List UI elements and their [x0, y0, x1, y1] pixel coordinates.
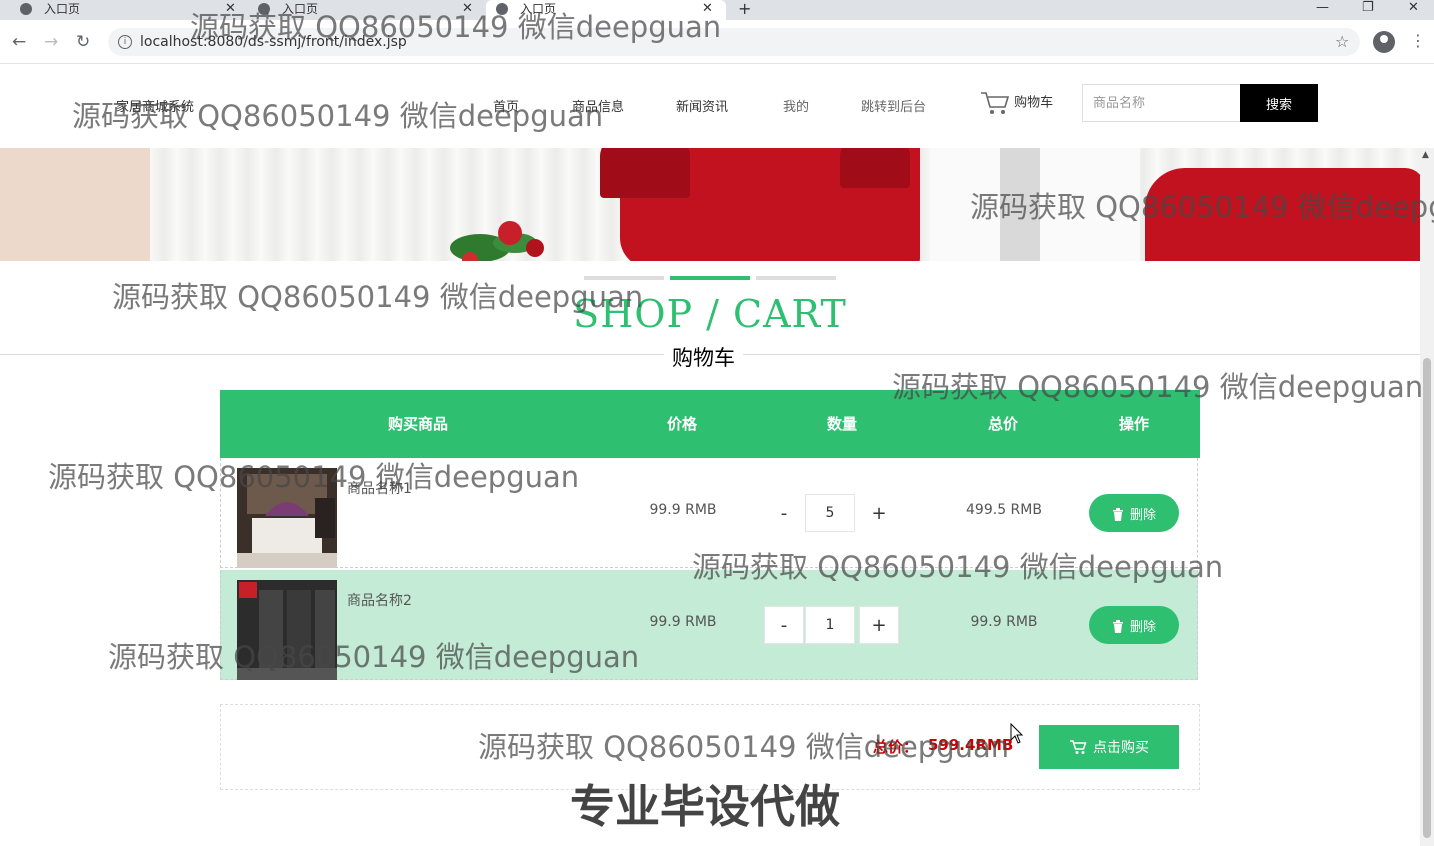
nav-home[interactable]: 首页	[493, 96, 519, 115]
trash-icon	[1112, 507, 1123, 521]
mouse-cursor-icon	[1010, 723, 1024, 744]
cart-icon	[1070, 740, 1087, 754]
close-tab-icon[interactable]: ✕	[702, 0, 713, 18]
nav-mine[interactable]: 我的	[783, 96, 809, 115]
back-button[interactable]: ←	[12, 32, 26, 52]
nav-products[interactable]: 商品信息	[572, 96, 624, 115]
section-subtitle: 购物车	[664, 342, 743, 372]
row-total: 499.5 RMB	[966, 502, 1042, 518]
delete-label: 删除	[1129, 619, 1156, 635]
checkout-label: 点击购买	[1093, 740, 1149, 756]
page-scrollbar[interactable]: ▲	[1420, 148, 1434, 846]
carousel-dot[interactable]	[584, 276, 664, 280]
tab-title: 入口页	[282, 2, 319, 16]
promo-overlay: 专业毕设代做	[570, 780, 841, 833]
new-tab-button[interactable]: +	[738, 0, 751, 18]
product-price: 99.9 RMB	[649, 502, 717, 518]
restore-window-button[interactable]: ❐	[1362, 0, 1374, 15]
product-image-bed	[237, 468, 337, 568]
quantity-input[interactable]	[805, 606, 855, 644]
delete-button[interactable]: 删除	[1089, 606, 1179, 644]
quantity-decrease-button[interactable]: -	[764, 494, 804, 532]
col-action: 操作	[1118, 415, 1149, 433]
col-price: 价格	[666, 415, 697, 433]
nav-admin[interactable]: 跳转到后台	[861, 96, 926, 115]
globe-icon	[20, 3, 32, 15]
nav-news[interactable]: 新闻资讯	[676, 96, 728, 115]
url-field[interactable]: i localhost:8080/ds-ssmj/front/index.jsp	[108, 28, 1360, 56]
cart-icon	[981, 92, 1010, 114]
plant-decoration	[450, 221, 544, 261]
bookmark-star-icon[interactable]: ☆	[1335, 32, 1349, 51]
tab-title: 入口页	[44, 2, 81, 16]
browser-menu-icon[interactable]: ⋮	[1410, 31, 1426, 50]
tab-title: 入口页	[520, 2, 557, 16]
scroll-up-icon[interactable]: ▲	[1422, 150, 1429, 160]
url-text: localhost:8080/ds-ssmj/front/index.jsp	[140, 34, 407, 50]
browser-tab-bar: 入口页 ✕ 入口页 ✕ 入口页 ✕ + — ❐ ✕	[0, 0, 1434, 20]
info-icon[interactable]: i	[118, 35, 132, 49]
carousel-dot[interactable]	[756, 276, 836, 280]
banner-image	[0, 148, 1420, 261]
browser-tab-active[interactable]: 入口页 ✕	[486, 0, 726, 20]
carousel-dot-active[interactable]	[670, 276, 750, 280]
browser-tab[interactable]: 入口页 ✕	[258, 0, 478, 20]
scrollbar-thumb[interactable]	[1423, 358, 1431, 838]
trash-icon	[1112, 619, 1123, 633]
col-quantity: 数量	[826, 415, 857, 433]
globe-icon	[496, 3, 508, 15]
close-tab-icon[interactable]: ✕	[462, 0, 473, 18]
forward-button[interactable]: →	[44, 32, 58, 52]
cart-row: 商品名称2 99.9 RMB - + 99.9 RMB 删除	[220, 570, 1198, 680]
total-label: 总价：	[873, 738, 919, 756]
delete-label: 删除	[1129, 507, 1156, 523]
section-title: SHOP / CART	[573, 292, 847, 336]
product-name[interactable]: 商品名称1	[347, 478, 412, 498]
quantity-increase-button[interactable]: +	[859, 494, 899, 532]
cart-link[interactable]: 购物车	[980, 90, 1053, 116]
cart-table-header: 购买商品 价格 数量 总价 操作	[220, 390, 1200, 458]
close-window-button[interactable]: ✕	[1408, 0, 1419, 15]
minimize-window-button[interactable]: —	[1316, 0, 1329, 15]
site-brand[interactable]: 家居商城系统	[116, 96, 194, 115]
row-total: 99.9 RMB	[970, 614, 1038, 630]
search-button[interactable]: 搜索	[1240, 84, 1318, 122]
col-product: 购买商品	[387, 415, 448, 433]
search-input[interactable]	[1082, 84, 1240, 122]
quantity-increase-button[interactable]: +	[859, 606, 899, 644]
product-price: 99.9 RMB	[649, 614, 717, 630]
globe-icon	[258, 3, 270, 15]
delete-button[interactable]: 删除	[1089, 494, 1179, 532]
browser-tab[interactable]: 入口页 ✕	[20, 0, 240, 20]
total-value: 599.4RMB	[928, 736, 1014, 754]
col-total: 总价	[987, 415, 1018, 433]
cart-row: 商品名称1 99.9 RMB - + 499.5 RMB 删除	[220, 458, 1198, 568]
reload-button[interactable]: ↻	[76, 32, 90, 52]
product-name[interactable]: 商品名称2	[347, 590, 412, 610]
checkout-button[interactable]: 点击购买	[1039, 725, 1179, 769]
site-header: 家居商城系统 首页 商品信息 新闻资讯 我的 跳转到后台 购物车 搜索	[0, 64, 1420, 148]
address-bar: ← → ↻ i localhost:8080/ds-ssmj/front/ind…	[0, 20, 1434, 64]
product-image-cabinet	[237, 580, 337, 680]
close-tab-icon[interactable]: ✕	[225, 0, 236, 18]
quantity-input[interactable]	[805, 494, 855, 532]
cart-label: 购物车	[1014, 95, 1054, 111]
account-avatar[interactable]	[1373, 31, 1395, 53]
quantity-decrease-button[interactable]: -	[764, 606, 804, 644]
